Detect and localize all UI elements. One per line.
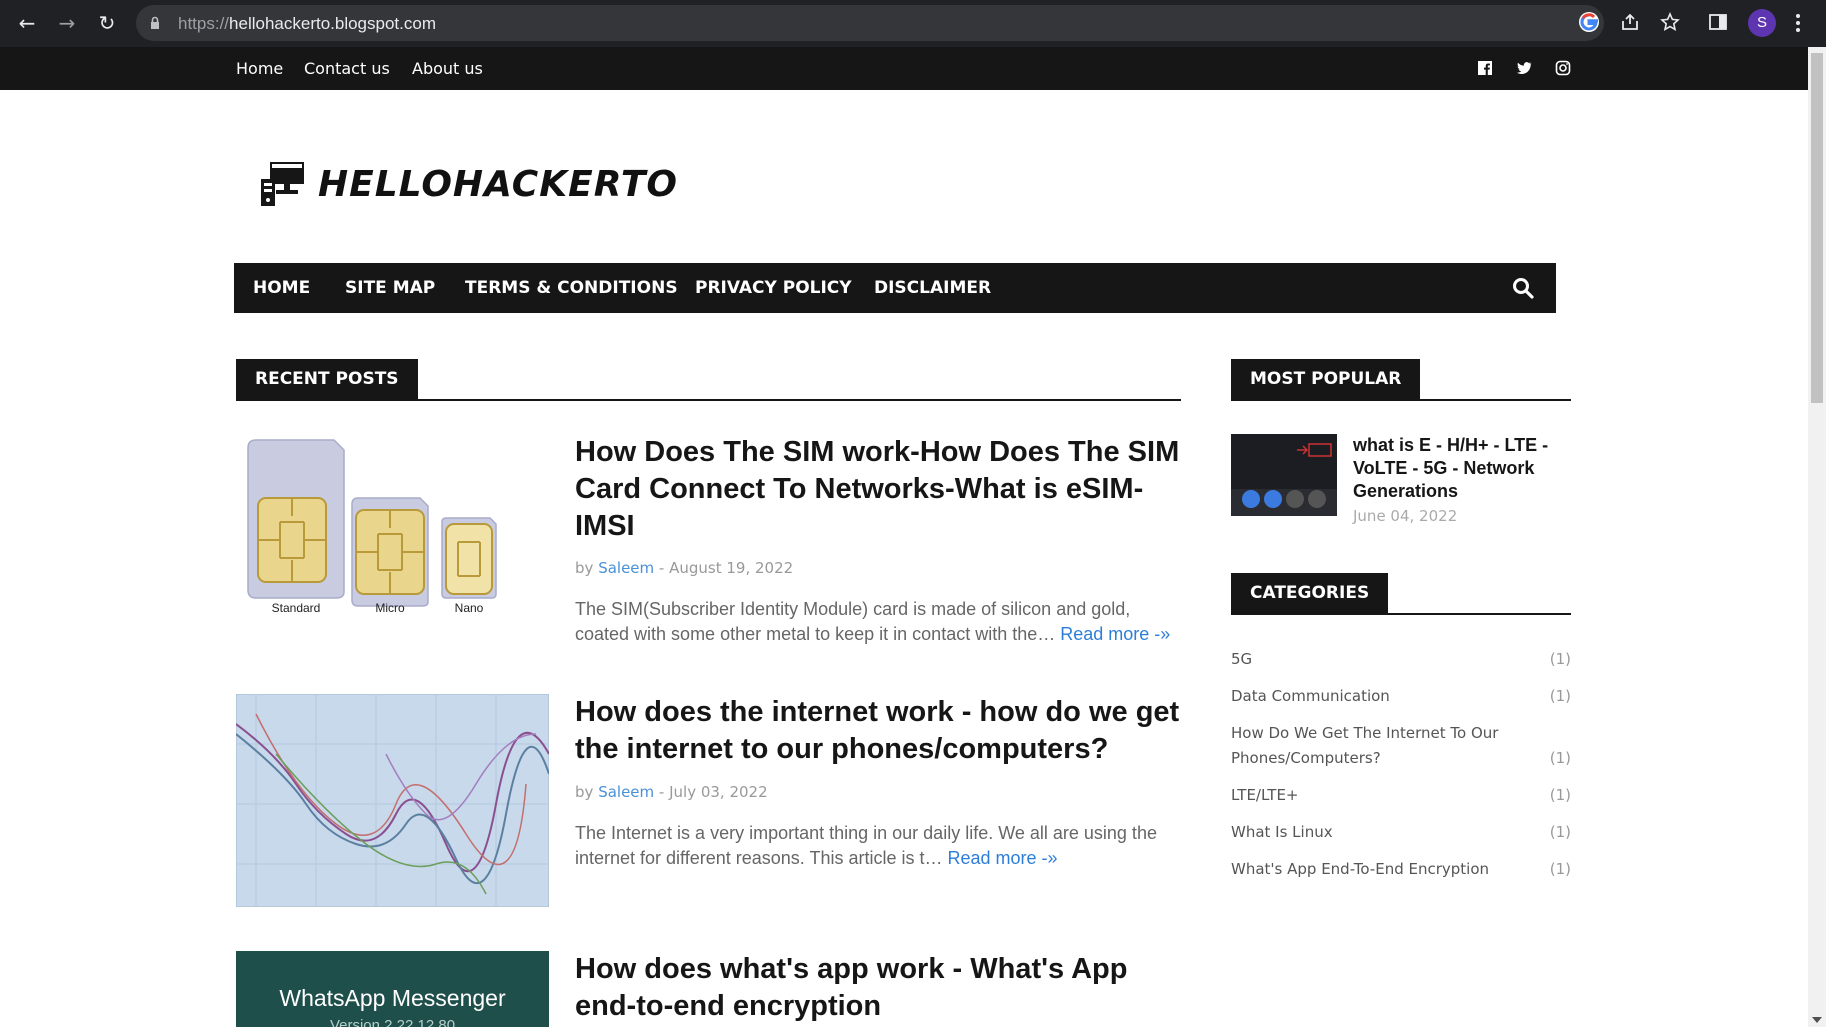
share-icon[interactable] — [1620, 12, 1640, 32]
most-popular-header: MOST POPULAR — [1231, 359, 1571, 401]
side-panel-icon[interactable] — [1708, 12, 1728, 32]
recent-posts-header: RECENT POSTS — [236, 359, 1181, 401]
menu-kebab-icon[interactable] — [1796, 14, 1800, 32]
post-author[interactable]: Saleem — [598, 783, 654, 801]
category-name[interactable]: How Do We Get The Internet To Our Phones… — [1231, 721, 1521, 771]
post-snippet: The SIM(Subscriber Identity Module) card… — [575, 597, 1185, 647]
url-text: https://hellohackerto.blogspot.com — [178, 14, 436, 33]
toplink-contact[interactable]: Contact us — [304, 59, 390, 78]
sim-label-nano: Nano — [455, 601, 484, 614]
recent-posts-title: RECENT POSTS — [236, 359, 418, 399]
categories-title: CATEGORIES — [1231, 573, 1389, 613]
read-more-link[interactable]: Read more -» — [948, 848, 1058, 868]
category-name[interactable]: LTE/LTE+ — [1231, 783, 1521, 808]
instagram-icon[interactable] — [1555, 60, 1571, 76]
post-by: by — [575, 783, 594, 801]
post-title[interactable]: How does the internet work - how do we g… — [575, 694, 1185, 768]
search-icon[interactable] — [1512, 277, 1534, 299]
category-name[interactable]: Data Communication — [1231, 684, 1521, 709]
sim-label-micro: Micro — [375, 601, 405, 614]
whatsapp-thumb-text: WhatsApp Messenger — [279, 985, 506, 1011]
nav-home[interactable]: HOME — [253, 278, 310, 298]
google-icon[interactable] — [1578, 11, 1600, 33]
popular-post-title[interactable]: what is E - H/H+ - LTE - VoLTE - 5G - Ne… — [1353, 434, 1563, 503]
main-nav: HOME SITE MAP TERMS & CONDITIONS PRIVACY… — [234, 263, 1556, 313]
scroll-down-arrow-icon[interactable] — [1812, 1017, 1822, 1023]
most-popular-title: MOST POPULAR — [1231, 359, 1421, 399]
post-meta: by Saleem - August 19, 2022 — [575, 559, 793, 577]
sim-cards-thumbnail[interactable]: Standard Micro Nano — [236, 434, 549, 614]
top-bar: Home Contact us About us — [0, 47, 1808, 90]
post-date: - July 03, 2022 — [658, 783, 768, 801]
address-bar[interactable]: https://hellohackerto.blogspot.com — [136, 5, 1604, 41]
sim-label-standard: Standard — [272, 601, 321, 614]
post-date: - August 19, 2022 — [658, 559, 794, 577]
toplink-home[interactable]: Home — [236, 59, 283, 78]
category-count: (1) — [1549, 749, 1571, 767]
web-page: Home Contact us About us HELLOHACKERTO H… — [0, 47, 1808, 1027]
lock-icon — [151, 16, 159, 29]
twitter-icon[interactable] — [1516, 60, 1532, 76]
category-name[interactable]: What Is Linux — [1231, 820, 1521, 845]
category-name[interactable]: What's App End-To-End Encryption — [1231, 857, 1521, 882]
popular-post-date: June 04, 2022 — [1353, 507, 1458, 525]
category-count: (1) — [1549, 786, 1571, 804]
page-scrollbar[interactable] — [1808, 47, 1826, 1027]
post-snippet-text: The Internet is a very important thing i… — [575, 823, 1157, 868]
scrollbar-thumb[interactable] — [1811, 53, 1823, 403]
browser-toolbar: ← → ↻ https://hellohackerto.blogspot.com… — [0, 0, 1826, 47]
site-logo[interactable]: HELLOHACKERTO — [258, 159, 678, 209]
category-count: (1) — [1549, 860, 1571, 878]
whatsapp-thumbnail[interactable]: WhatsApp Messenger Version 2.22.12.80 — [236, 951, 549, 1027]
post-meta: by Saleem - July 03, 2022 — [575, 783, 768, 801]
categories-header: CATEGORIES — [1231, 573, 1571, 615]
whatsapp-thumb-version: Version 2.22.12.80 — [329, 1017, 456, 1027]
toplink-about[interactable]: About us — [412, 59, 483, 78]
internet-map-thumbnail[interactable] — [236, 694, 549, 907]
post-title[interactable]: How Does The SIM work-How Does The SIM C… — [575, 434, 1185, 545]
nav-privacy[interactable]: PRIVACY POLICY — [695, 278, 852, 298]
category-count: (1) — [1549, 823, 1571, 841]
post-by: by — [575, 559, 594, 577]
bookmark-star-icon[interactable] — [1660, 12, 1680, 32]
profile-avatar[interactable]: S — [1748, 9, 1776, 37]
popular-post-thumbnail[interactable] — [1231, 434, 1337, 516]
post-title[interactable]: How does what's app work - What's App en… — [575, 951, 1185, 1025]
nav-disclaimer[interactable]: DISCLAIMER — [874, 278, 991, 298]
category-name[interactable]: 5G — [1231, 647, 1521, 672]
category-count: (1) — [1549, 650, 1571, 668]
logo-text: HELLOHACKERTO — [318, 163, 678, 205]
post-snippet: The Internet is a very important thing i… — [575, 821, 1185, 871]
reload-icon[interactable]: ↻ — [94, 10, 120, 36]
network-screenshot-image — [1231, 434, 1337, 516]
nav-terms[interactable]: TERMS & CONDITIONS — [465, 278, 678, 298]
back-icon[interactable]: ← — [14, 10, 40, 36]
logo-computer-icon — [261, 162, 304, 206]
post-author[interactable]: Saleem — [598, 559, 654, 577]
read-more-link[interactable]: Read more -» — [1060, 624, 1170, 644]
forward-icon[interactable]: → — [54, 10, 80, 36]
facebook-icon[interactable] — [1477, 60, 1493, 76]
nav-site-map[interactable]: SITE MAP — [345, 278, 435, 298]
post-snippet-text: The SIM(Subscriber Identity Module) card… — [575, 599, 1131, 644]
category-count: (1) — [1549, 687, 1571, 705]
